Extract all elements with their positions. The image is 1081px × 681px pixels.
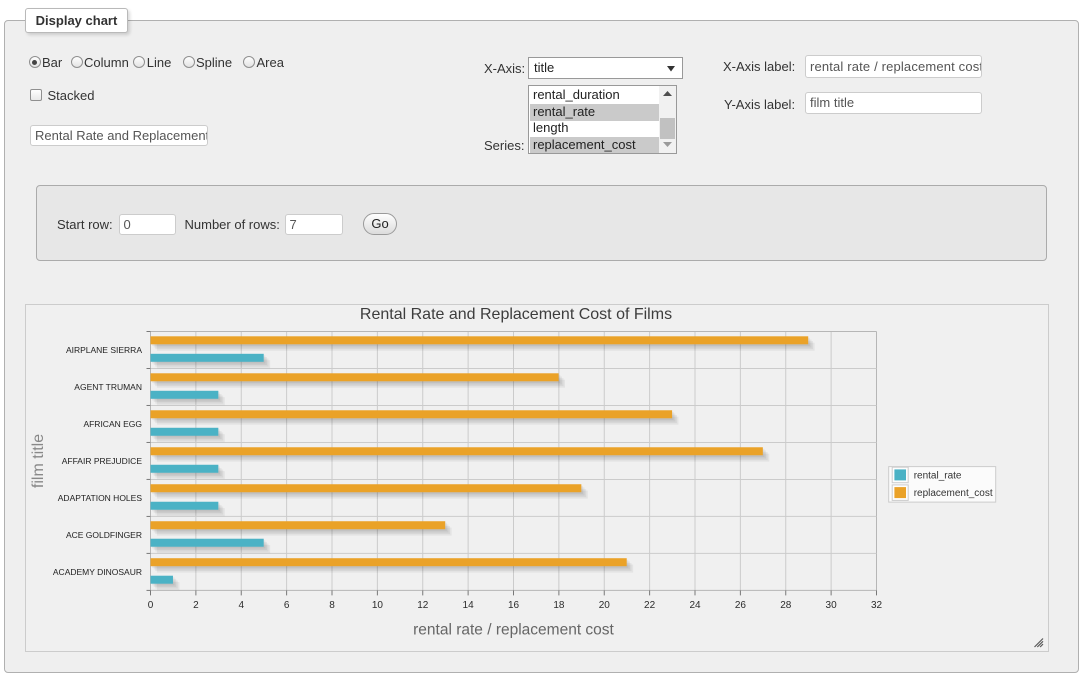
svg-text:24: 24 — [689, 600, 701, 611]
svg-text:0: 0 — [147, 600, 153, 611]
svg-text:ADAPTATION HOLES: ADAPTATION HOLES — [57, 493, 142, 503]
svg-text:AFFAIR PREJUDICE: AFFAIR PREJUDICE — [61, 456, 142, 466]
svg-text:20: 20 — [598, 600, 610, 611]
svg-text:12: 12 — [417, 600, 429, 611]
svg-text:26: 26 — [734, 600, 746, 611]
svg-text:Rental Rate and Replacement Co: Rental Rate and Replacement Cost of Film… — [359, 306, 671, 323]
svg-text:rental rate / replacement cost: rental rate / replacement cost — [413, 621, 614, 638]
svg-text:ACE GOLDFINGER: ACE GOLDFINGER — [65, 530, 141, 540]
svg-text:ACADEMY DINOSAUR: ACADEMY DINOSAUR — [52, 567, 141, 577]
svg-text:4: 4 — [238, 600, 244, 611]
svg-text:16: 16 — [507, 600, 519, 611]
svg-text:2: 2 — [193, 600, 199, 611]
svg-text:6: 6 — [283, 600, 289, 611]
svg-text:AGENT TRUMAN: AGENT TRUMAN — [74, 382, 142, 392]
svg-text:AIRPLANE SIERRA: AIRPLANE SIERRA — [65, 345, 141, 355]
svg-text:film title: film title — [30, 434, 47, 488]
svg-text:22: 22 — [644, 600, 656, 611]
svg-text:28: 28 — [780, 600, 792, 611]
svg-text:replacement_cost: replacement_cost — [913, 488, 992, 499]
svg-text:30: 30 — [825, 600, 837, 611]
svg-text:10: 10 — [371, 600, 383, 611]
svg-text:32: 32 — [870, 600, 882, 611]
svg-text:18: 18 — [553, 600, 565, 611]
svg-text:14: 14 — [462, 600, 474, 611]
svg-text:8: 8 — [329, 600, 335, 611]
svg-text:rental_rate: rental_rate — [913, 470, 961, 481]
svg-text:AFRICAN EGG: AFRICAN EGG — [83, 419, 142, 429]
